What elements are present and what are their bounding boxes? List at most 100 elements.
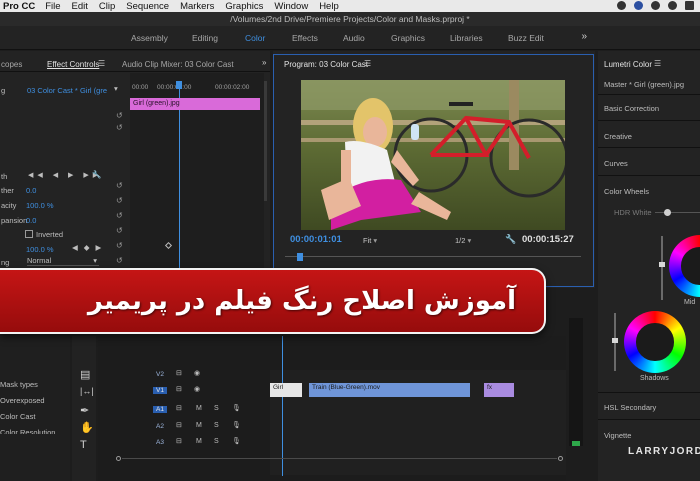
- keyframe-toggle-controls[interactable]: ◀◆▶: [72, 243, 107, 252]
- wifi-icon[interactable]: [668, 1, 677, 10]
- lumetri-title[interactable]: Lumetri Color: [604, 60, 652, 69]
- workspace-effects[interactable]: Effects: [292, 33, 318, 43]
- track-select-tool-icon[interactable]: ▤: [80, 368, 90, 381]
- timeline-zoom-scrollbar[interactable]: [116, 455, 563, 461]
- menu-edit[interactable]: Edit: [72, 1, 88, 12]
- blend-mode-dropdown[interactable]: Normal ▾: [27, 256, 99, 266]
- reset-icon[interactable]: ↺: [116, 181, 123, 190]
- menu-file[interactable]: File: [45, 1, 60, 12]
- reset-icon[interactable]: ↺: [116, 211, 123, 220]
- fit-dropdown[interactable]: Fit: [363, 236, 377, 245]
- sync-lock-icon[interactable]: ⊟: [176, 421, 182, 429]
- reset-icon[interactable]: ↺: [116, 111, 123, 120]
- microphone-icon[interactable]: 🎙: [232, 437, 241, 445]
- workspace-audio[interactable]: Audio: [343, 33, 365, 43]
- menu-window[interactable]: Window: [274, 1, 308, 12]
- clip-selector[interactable]: 03 Color Cast * Girl (gre: [27, 86, 107, 95]
- track-name[interactable]: V1: [153, 387, 167, 394]
- wrench-icon[interactable]: 🔧: [92, 170, 101, 179]
- app-menu[interactable]: Pro CC: [3, 1, 35, 12]
- workspace-libraries[interactable]: Libraries: [450, 33, 483, 43]
- keyframe-area[interactable]: 00:00 00:00:01:00 00:00:02:00 Girl (gree…: [130, 73, 264, 268]
- lumetri-master-selector[interactable]: Master * Girl (green).jpg: [604, 80, 684, 89]
- workspace-color[interactable]: Color: [245, 33, 265, 43]
- solo-button[interactable]: S: [214, 422, 219, 429]
- shadows-luma-knob[interactable]: [612, 338, 618, 343]
- pen-tool-icon[interactable]: ✒: [80, 404, 89, 417]
- microphone-icon[interactable]: 🎙: [232, 421, 241, 429]
- section-hsl-secondary[interactable]: HSL Secondary: [604, 403, 656, 412]
- menu-graphics[interactable]: Graphics: [225, 1, 263, 12]
- reset-icon[interactable]: ↺: [116, 256, 123, 265]
- sync-lock-icon[interactable]: ⊟: [176, 369, 182, 377]
- sync-lock-icon[interactable]: ⊟: [176, 404, 182, 412]
- midtones-luma-knob[interactable]: [659, 262, 665, 267]
- menu-sequence[interactable]: Sequence: [126, 1, 169, 12]
- inverted-checkbox[interactable]: [25, 230, 33, 238]
- track-name[interactable]: A2: [156, 423, 164, 430]
- panel-overflow-button[interactable]: »: [262, 58, 266, 67]
- midtones-luma-slider[interactable]: [661, 236, 663, 300]
- solo-button[interactable]: S: [214, 438, 219, 445]
- section-creative[interactable]: Creative: [604, 132, 632, 141]
- panel-menu-icon[interactable]: ☰: [98, 59, 105, 68]
- tab-effect-controls[interactable]: Effect Controls: [47, 60, 99, 69]
- solo-button[interactable]: S: [214, 405, 219, 412]
- status-dot-icon[interactable]: [634, 1, 643, 10]
- section-basic-correction[interactable]: Basic Correction: [604, 104, 659, 113]
- eye-icon[interactable]: ◉: [194, 369, 200, 377]
- project-item[interactable]: Color Resolution: [0, 428, 55, 434]
- monitor-time-ruler[interactable]: [285, 253, 581, 262]
- clip-fx[interactable]: fx: [484, 383, 514, 397]
- property-feather-value[interactable]: 0.0: [26, 186, 36, 195]
- property-opacity-value[interactable]: 100.0 %: [26, 201, 54, 210]
- mute-button[interactable]: M: [196, 422, 202, 429]
- reset-icon[interactable]: ↺: [116, 196, 123, 205]
- scrollbar[interactable]: [264, 81, 267, 201]
- mute-button[interactable]: M: [196, 438, 202, 445]
- menu-help[interactable]: Help: [319, 1, 339, 12]
- hand-tool-icon[interactable]: ✋: [80, 421, 94, 434]
- sync-lock-icon[interactable]: ⊟: [176, 437, 182, 445]
- tab-audio-clip-mixer[interactable]: Audio Clip Mixer: 03 Color Cast: [122, 60, 234, 69]
- workspace-overflow-button[interactable]: »: [581, 31, 587, 42]
- eye-icon[interactable]: ◉: [194, 385, 200, 393]
- type-tool-icon[interactable]: T: [80, 439, 87, 451]
- section-vignette[interactable]: Vignette: [604, 431, 631, 440]
- status-icon[interactable]: [617, 1, 626, 10]
- workspace-assembly[interactable]: Assembly: [131, 33, 168, 43]
- reset-icon[interactable]: ↺: [116, 123, 123, 132]
- menu-markers[interactable]: Markers: [180, 1, 214, 12]
- panel-menu-icon[interactable]: ☰: [654, 59, 661, 68]
- workspace-graphics[interactable]: Graphics: [391, 33, 425, 43]
- wrench-icon[interactable]: 🔧: [505, 234, 516, 245]
- track-name[interactable]: V2: [156, 371, 164, 378]
- project-item[interactable]: Overexposed: [0, 396, 45, 405]
- hdr-white-slider-knob[interactable]: [664, 209, 671, 216]
- track-name[interactable]: A3: [156, 439, 164, 446]
- clip-train[interactable]: Train (Blue-Green).mov: [309, 383, 470, 397]
- hdr-white-slider[interactable]: [655, 212, 700, 213]
- mute-button[interactable]: M: [196, 405, 202, 412]
- sync-lock-icon[interactable]: ⊟: [176, 385, 182, 393]
- section-curves[interactable]: Curves: [604, 159, 628, 168]
- menu-clip[interactable]: Clip: [99, 1, 115, 12]
- keyframe-diamond-icon[interactable]: [164, 241, 173, 250]
- section-color-wheels[interactable]: Color Wheels: [604, 187, 649, 196]
- project-item[interactable]: Mask types: [0, 380, 38, 389]
- workspace-editing[interactable]: Editing: [192, 33, 218, 43]
- current-timecode[interactable]: 00:00:01:01: [290, 234, 342, 245]
- workspace-buzz-edit[interactable]: Buzz Edit: [508, 33, 544, 43]
- reset-icon[interactable]: ↺: [116, 241, 123, 250]
- resolution-dropdown[interactable]: 1/2: [455, 236, 471, 245]
- airplay-icon[interactable]: [685, 1, 694, 10]
- track-name[interactable]: A1: [153, 406, 167, 413]
- property-opacity-2-value[interactable]: 100.0 %: [26, 245, 54, 254]
- shadows-color-wheel[interactable]: [624, 311, 686, 373]
- property-expansion-value[interactable]: 0.0: [26, 216, 36, 225]
- microphone-icon[interactable]: 🎙: [232, 404, 241, 412]
- monitor-playhead[interactable]: [297, 253, 303, 261]
- video-frame[interactable]: [301, 80, 565, 230]
- clip-girl[interactable]: Girl: [270, 383, 302, 397]
- project-item[interactable]: Color Cast: [0, 412, 35, 421]
